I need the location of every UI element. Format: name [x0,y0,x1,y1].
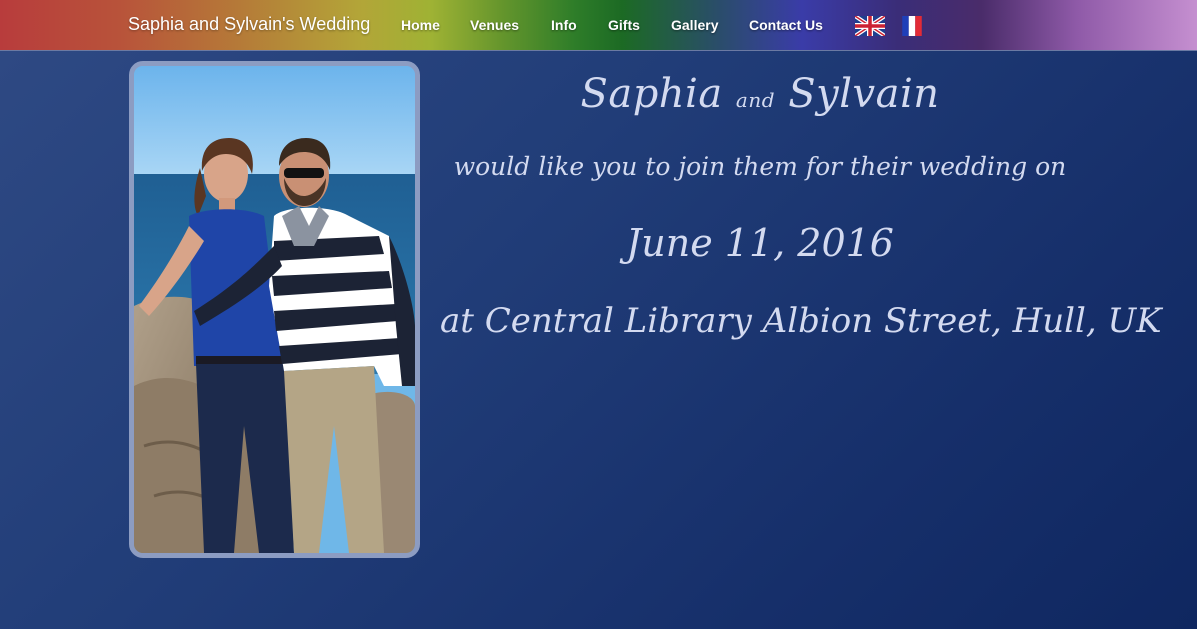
nav-link-contact-us[interactable]: Contact Us [749,17,823,33]
and-connector: and [735,88,776,112]
france-flag-icon[interactable] [899,16,925,36]
groom-name: Sylvain [788,71,940,117]
couple-photo [129,61,420,558]
couple-names: Saphia and Sylvain [440,70,1080,124]
nav-link-home[interactable]: Home [401,17,440,33]
uk-flag-icon[interactable] [855,16,885,36]
nav-link-info[interactable]: Info [551,17,577,33]
bride-name: Saphia [580,71,723,117]
nav-link-gallery[interactable]: Gallery [671,17,718,33]
wedding-venue: at Central Library Albion Street, Hull, … [440,301,1162,341]
top-navbar: Saphia and Sylvain's Wedding Home Venues… [0,0,1197,51]
site-title-link[interactable]: Saphia and Sylvain's Wedding [128,14,370,35]
nav-link-gifts[interactable]: Gifts [608,17,640,33]
nav-link-venues[interactable]: Venues [470,17,519,33]
couple-photo-image [134,66,415,553]
wedding-date: June 11, 2016 [626,221,894,265]
invitation-message: would like you to join them for their we… [453,152,1067,181]
